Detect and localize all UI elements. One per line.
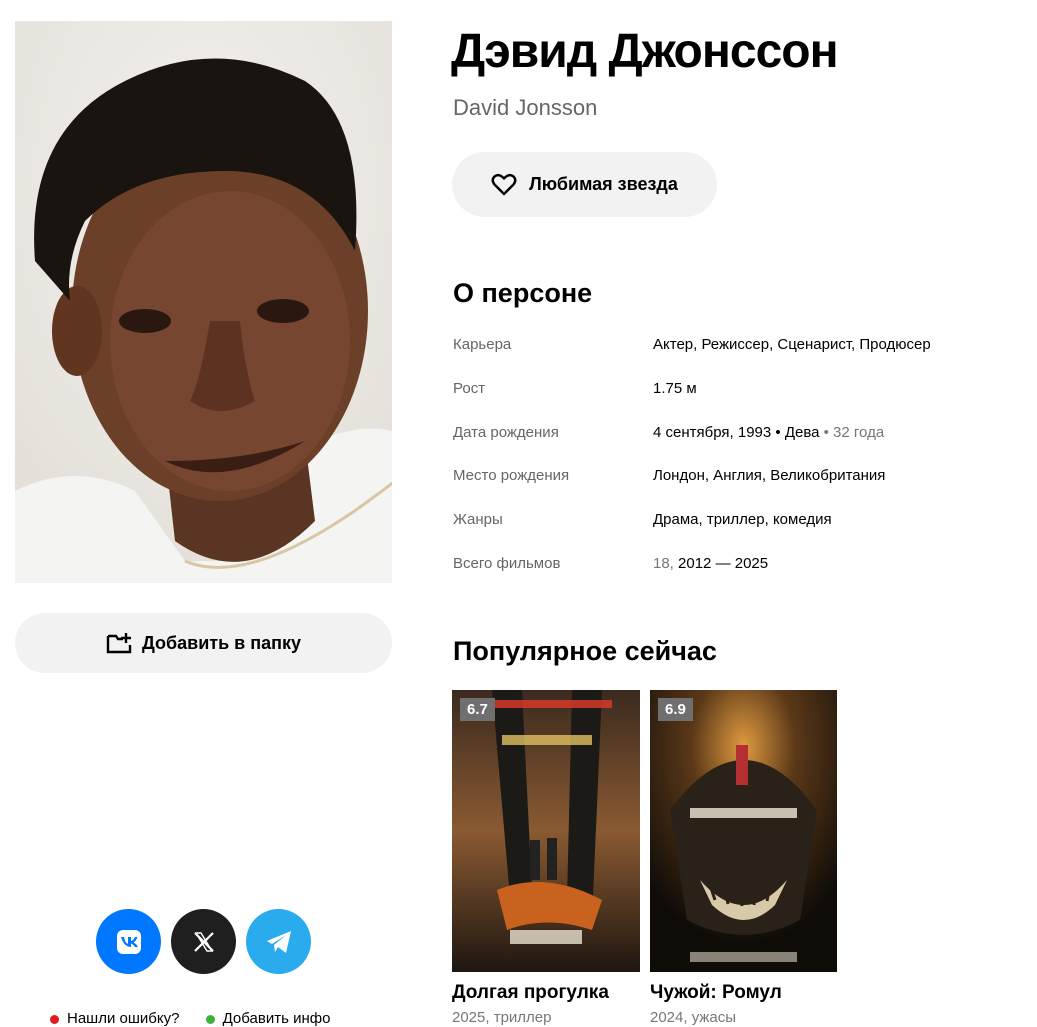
info-value[interactable]: Лондон, Англия, Великобритания (653, 467, 885, 484)
info-label: Дата рождения (453, 424, 559, 441)
telegram-icon (266, 930, 291, 953)
info-label: Место рождения (453, 467, 570, 484)
favorite-star-label: Любимая звезда (529, 174, 678, 194)
info-value[interactable]: Драма, триллер, комедия (653, 511, 832, 528)
heart-icon (491, 173, 517, 195)
person-name: Дэвид Джонссон (451, 25, 839, 78)
film-years: 2012 — 2025 (678, 555, 769, 572)
report-error-link[interactable]: Нашли ошибку? (50, 1010, 179, 1027)
info-label: Жанры (453, 511, 503, 528)
age-text: • 32 года (823, 424, 885, 441)
info-value[interactable]: Актер, Режиссер, Сценарист, Продюсер (653, 336, 931, 353)
about-section-title: О персоне (453, 278, 593, 308)
person-photo (15, 21, 392, 583)
info-row-birthdate: Дата рождения 4 сентября, 1993 • Дева • … (453, 424, 1013, 444)
film-count[interactable]: 18, (653, 555, 674, 572)
vk-icon (116, 929, 141, 954)
movie-title[interactable]: Долгая прогулка (452, 982, 609, 1004)
add-to-folder-button[interactable]: Добавить в папку (15, 613, 392, 673)
x-share-button[interactable] (171, 909, 236, 974)
error-dot-icon (50, 1014, 59, 1024)
movie-subtitle: 2024, ужасы (650, 1009, 737, 1026)
movie-poster[interactable]: 6.7 (452, 690, 640, 972)
info-row-total-films: Всего фильмов 18, 2012 — 2025 (453, 555, 1013, 575)
add-info-link[interactable]: Добавить инфо (205, 1010, 330, 1027)
poster-image (650, 690, 837, 972)
add-to-folder-label: Добавить в папку (141, 632, 302, 653)
favorite-star-button[interactable]: Любимая звезда (452, 152, 717, 217)
birthdate-link[interactable]: 4 сентября, 1993 (653, 424, 771, 441)
info-value: 1.75 м (653, 380, 697, 397)
x-icon (193, 931, 214, 952)
info-row-genres: Жанры Драма, триллер, комедия (453, 511, 1013, 531)
zodiac-link[interactable]: • Дева (775, 424, 819, 441)
telegram-share-button[interactable] (246, 909, 311, 974)
info-row-career: Карьера Актер, Режиссер, Сценарист, Прод… (453, 336, 1013, 356)
info-value: 4 сентября, 1993 • Дева • 32 года (653, 424, 884, 441)
popular-section-title: Популярное сейчас (453, 636, 717, 666)
info-dot-icon (205, 1014, 215, 1024)
info-label: Рост (453, 380, 486, 397)
movie-subtitle: 2025, триллер (452, 1009, 552, 1026)
rating-badge: 6.7 (460, 698, 495, 721)
vk-share-button[interactable] (96, 909, 161, 974)
rating-badge: 6.9 (658, 698, 693, 721)
person-original-name: David Jonsson (453, 95, 598, 120)
footer-links: Нашли ошибку? Добавить инфо (50, 1010, 352, 1027)
movie-poster[interactable]: 6.9 (650, 690, 837, 972)
info-row-height: Рост 1.75 м (453, 380, 1013, 400)
poster-image (452, 690, 640, 972)
info-label: Карьера (453, 336, 512, 353)
info-row-birthplace: Место рождения Лондон, Англия, Великобри… (453, 467, 1013, 487)
info-value: 18, 2012 — 2025 (653, 555, 768, 572)
info-label: Всего фильмов (453, 555, 561, 572)
movie-title[interactable]: Чужой: Ромул (650, 982, 782, 1004)
folder-add-icon (106, 633, 132, 654)
